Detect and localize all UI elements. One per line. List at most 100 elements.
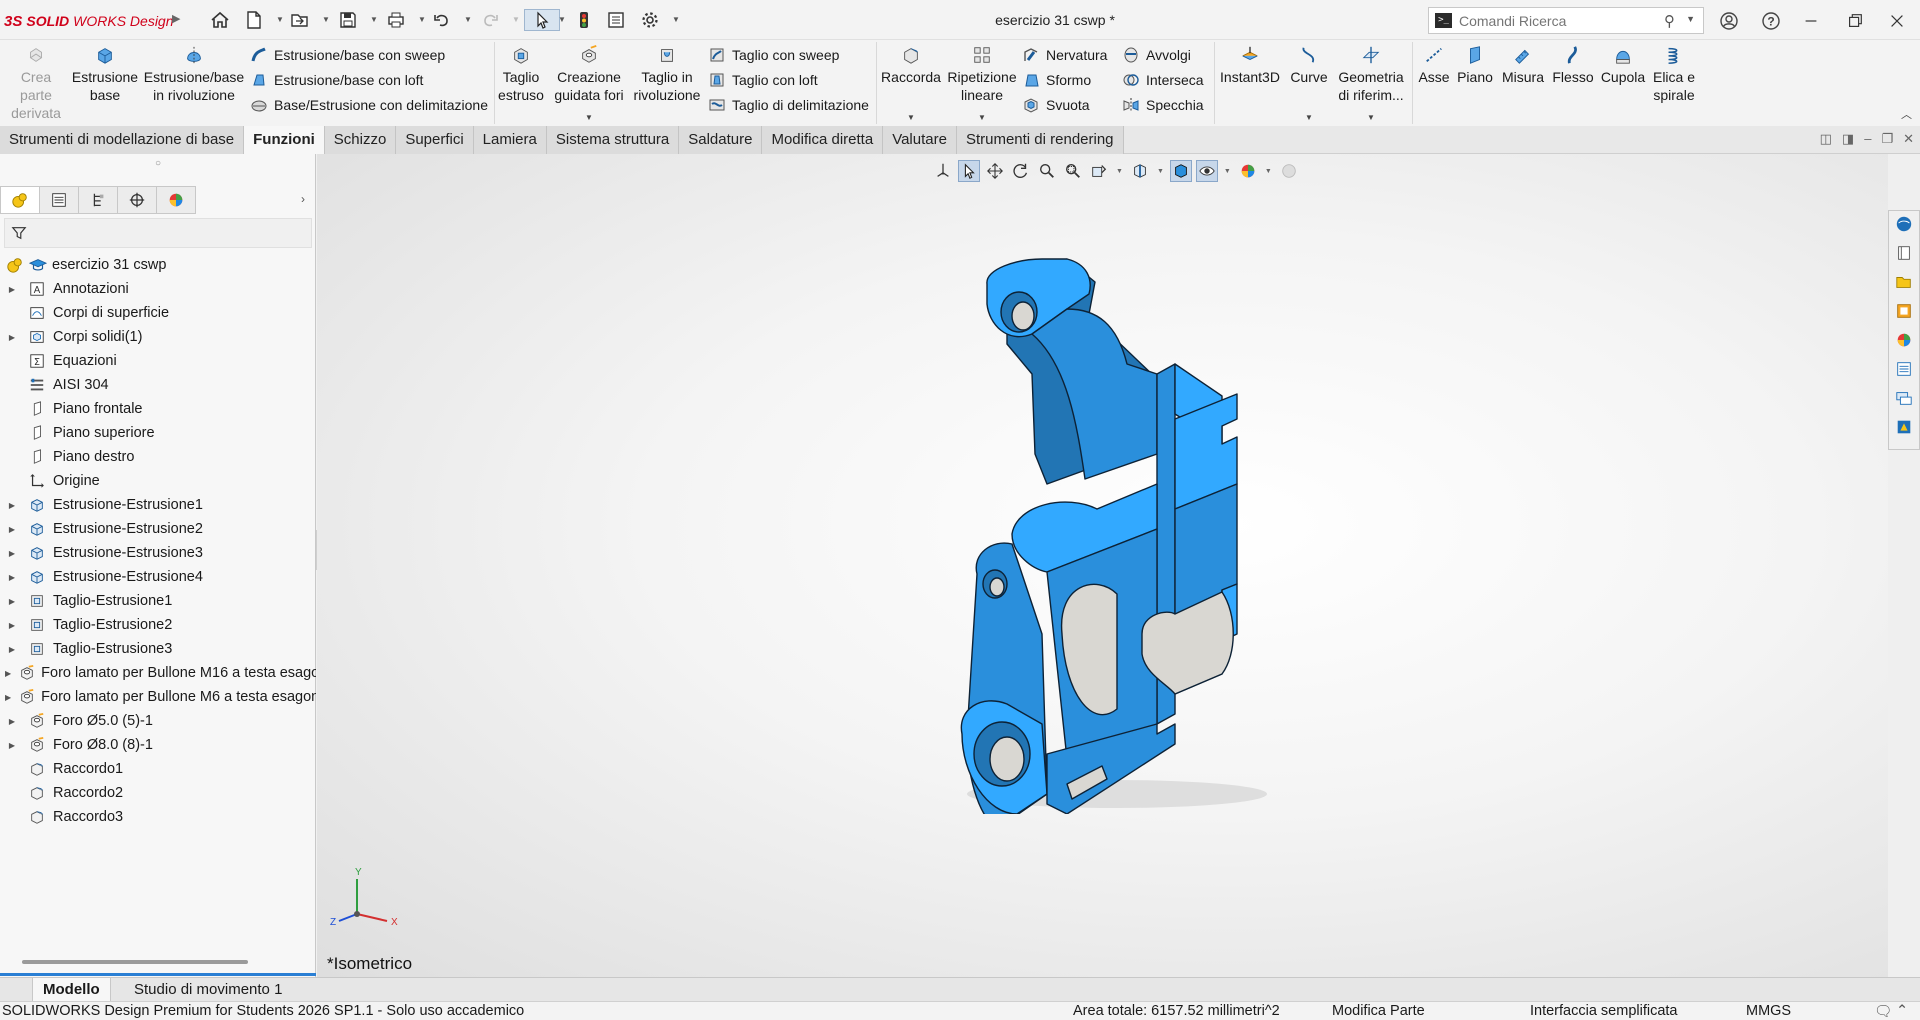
tab-direct-editing[interactable]: Modifica diretta [762, 126, 884, 154]
panel-horizontal-scrollbar[interactable] [22, 960, 248, 964]
tree-item[interactable]: ▶ Foro lamato per Bullone M6 a testa esag… [0, 685, 316, 709]
feature-manager-tab[interactable] [0, 186, 40, 214]
forum-icon[interactable] [1893, 387, 1915, 409]
tree-item[interactable]: ▶ Taglio-Estrusione1 [0, 589, 316, 613]
tile-left-icon[interactable]: ◫ [1820, 131, 1832, 147]
panel-tabs-more-icon[interactable]: › [301, 192, 305, 206]
intersect-button[interactable]: Interseca [1122, 69, 1204, 91]
3dexperience-icon[interactable] [1893, 416, 1915, 438]
tree-item[interactable]: Raccordo2 [0, 781, 316, 805]
view-orientation-arrows-icon[interactable] [932, 160, 954, 182]
view-orientation-dropdown-icon[interactable]: ▼ [1157, 168, 1164, 175]
reference-geometry-dropdown-icon[interactable]: ▼ [1367, 113, 1375, 122]
display-style-icon[interactable] [1169, 160, 1192, 182]
tree-item[interactable]: Origine [0, 469, 316, 493]
doc-close-icon[interactable]: ✕ [1903, 131, 1914, 147]
expand-arrow-icon[interactable]: ▶ [5, 669, 11, 678]
design-library-icon[interactable] [1893, 242, 1915, 264]
draft-button[interactable]: Sformo [1022, 69, 1091, 91]
tree-item[interactable]: ▶ Estrusione-Estrusione3 [0, 541, 316, 565]
tree-item[interactable]: ▶ Estrusione-Estrusione2 [0, 517, 316, 541]
doc-minimize-icon[interactable]: – [1864, 131, 1871, 147]
expand-arrow-icon[interactable]: ▶ [5, 333, 19, 342]
plane-button[interactable]: Piano [1454, 44, 1496, 86]
collapse-ribbon-icon[interactable]: ︿ [1901, 106, 1912, 122]
edit-appearance-icon[interactable] [1237, 160, 1259, 182]
apply-scene-icon[interactable] [1278, 160, 1300, 182]
tree-item[interactable]: ▶ Foro lamato per Bullone M16 a testa esa… [0, 661, 316, 685]
tree-item[interactable]: Σ Equazioni [0, 349, 316, 373]
expand-arrow-icon[interactable]: ▶ [5, 693, 11, 702]
file-explorer-icon[interactable] [1893, 271, 1915, 293]
zoom-area-icon[interactable] [1062, 160, 1084, 182]
tree-item[interactable]: Corpi di superficie [0, 301, 316, 325]
shell-button[interactable]: Svuota [1022, 94, 1090, 116]
instant3d-button[interactable]: Instant3D [1218, 44, 1282, 86]
dimxpert-manager-tab[interactable] [117, 186, 157, 214]
pan-icon[interactable] [984, 160, 1006, 182]
tab-render-tools[interactable]: Strumenti di rendering [956, 126, 1124, 154]
tree-item[interactable]: ▶ Taglio-Estrusione2 [0, 613, 316, 637]
hide-show-items-icon[interactable] [1195, 160, 1218, 182]
revolved-boss-button[interactable]: Estrusione/base in rivoluzione [144, 44, 244, 104]
fillet-dropdown-icon[interactable]: ▼ [907, 113, 915, 122]
tab-motion-study[interactable]: Studio di movimento 1 [124, 978, 292, 1002]
tab-sheet-metal[interactable]: Lamiera [473, 126, 547, 154]
wrap-button[interactable]: Avvolgi [1122, 44, 1191, 66]
rollback-bar[interactable] [0, 973, 316, 976]
tree-filter[interactable] [4, 218, 312, 248]
dome-button[interactable]: Cupola [1598, 44, 1648, 86]
doc-restore-icon[interactable]: ❐ [1881, 131, 1893, 147]
extruded-boss-button[interactable]: Estrusione base [70, 44, 140, 104]
tab-weldments[interactable]: Saldature [679, 126, 763, 154]
derived-part-button[interactable]: Crea parte derivata [11, 44, 61, 122]
tree-item[interactable]: ▶ Estrusione-Estrusione4 [0, 565, 316, 589]
graphics-area[interactable]: ▼ ▼ ▼ ▼ Y X Z *Isometrico [317, 154, 1888, 977]
custom-properties-icon[interactable] [1893, 358, 1915, 380]
tree-item[interactable]: Raccordo1 [0, 757, 316, 781]
swept-cut-button[interactable]: Taglio con sweep [708, 44, 839, 66]
helix-spiral-button[interactable]: Elica e spirale [1650, 44, 1698, 104]
appearances-icon[interactable] [1893, 329, 1915, 351]
expand-arrow-icon[interactable]: ▶ [5, 573, 19, 582]
appearance-dropdown-icon[interactable]: ▼ [1265, 168, 1272, 175]
tree-item[interactable]: Piano superiore [0, 421, 316, 445]
expand-arrow-icon[interactable]: ▶ [5, 645, 19, 654]
swept-boss-button[interactable]: Estrusione/base con sweep [250, 44, 445, 66]
view-palette-icon[interactable] [1893, 300, 1915, 322]
expand-arrow-icon[interactable]: ▶ [5, 597, 19, 606]
flex-button[interactable]: Flesso [1550, 44, 1596, 86]
expand-arrow-icon[interactable]: ▶ [5, 621, 19, 630]
tree-item[interactable]: ▶ Corpi solidi(1) [0, 325, 316, 349]
tree-item[interactable]: Piano frontale [0, 397, 316, 421]
search-input[interactable] [1459, 12, 1659, 30]
3d-part-model[interactable] [867, 254, 1287, 814]
tree-item[interactable]: ▶ Estrusione-Estrusione1 [0, 493, 316, 517]
boundary-boss-button[interactable]: Base/Estrusione con delimitazione [250, 94, 488, 116]
expand-arrow-icon[interactable]: ▶ [5, 285, 19, 294]
display-manager-tab[interactable] [156, 186, 196, 214]
reference-geometry-button[interactable]: Geometria di riferim... [1334, 44, 1408, 104]
lofted-boss-button[interactable]: Estrusione/base con loft [250, 69, 423, 91]
mirror-button[interactable]: Specchia [1122, 94, 1204, 116]
help-icon[interactable]: ? [1760, 10, 1782, 32]
pattern-dropdown-icon[interactable]: ▼ [978, 113, 986, 122]
restore-icon[interactable] [1844, 10, 1866, 32]
fillet-button[interactable]: Raccorda [881, 44, 941, 86]
account-icon[interactable] [1718, 10, 1740, 32]
unit-system[interactable]: MMGS [1746, 1003, 1791, 1019]
hole-wizard-button[interactable]: Creazione guidata fori [552, 44, 626, 104]
expand-arrow-icon[interactable]: ▶ [5, 741, 19, 750]
expand-arrow-icon[interactable]: ▶ [5, 717, 19, 726]
expand-arrow-icon[interactable]: ▶ [5, 501, 19, 510]
tab-surfaces[interactable]: Superfici [396, 126, 474, 154]
search-icon[interactable]: ⚲ [1664, 12, 1675, 30]
curves-button[interactable]: Curve [1286, 44, 1332, 86]
select-pointer-icon[interactable] [958, 160, 980, 182]
tab-model[interactable]: Modello [32, 978, 111, 1002]
revolved-cut-button[interactable]: Taglio in rivoluzione [632, 44, 702, 104]
expand-arrow-icon[interactable]: ▶ [5, 549, 19, 558]
interface-mode[interactable]: Interfaccia semplificata [1530, 1003, 1677, 1019]
command-search[interactable]: >_ ⚲ ▼ [1428, 7, 1704, 34]
tab-basic-modeling-tools[interactable]: Strumenti di modellazione di base [0, 126, 245, 154]
